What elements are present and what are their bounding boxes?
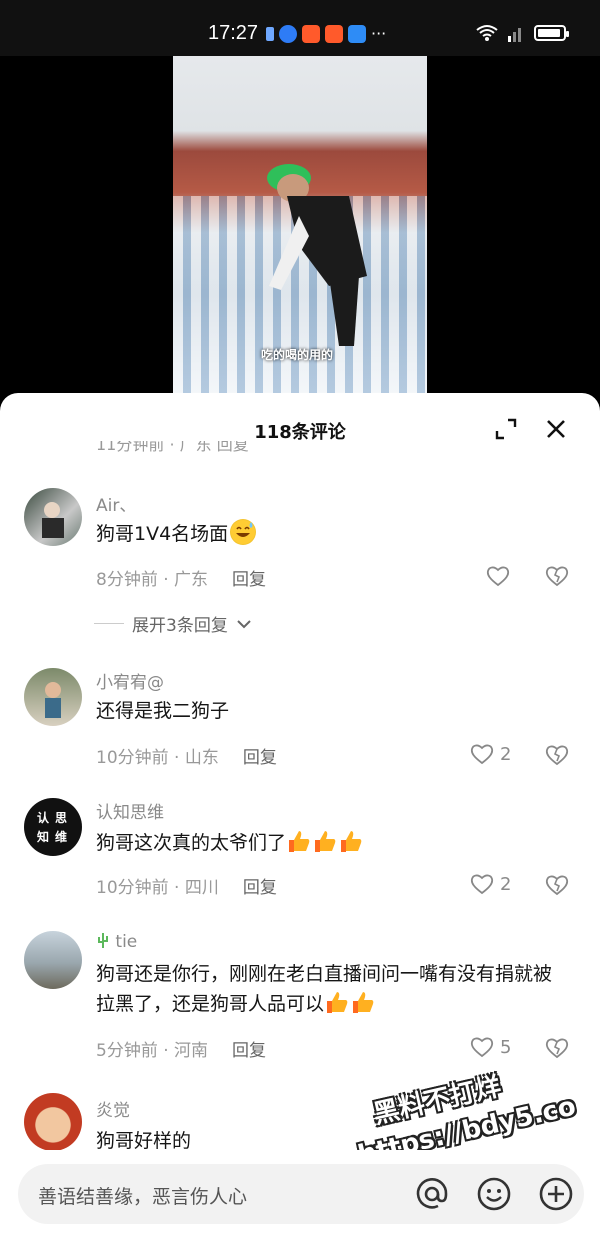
more-notifications-icon: ··· [371,24,387,43]
status-bar: 17:27 ··· [0,0,600,56]
avatar[interactable] [24,1093,82,1151]
divider-line [94,623,124,624]
partial-comment-row: 11分钟前 · 广东 回复 [96,441,576,461]
comment-input-placeholder: 善语结善缘，恶言伤人心 [38,1186,248,1208]
like-button[interactable]: 2 [470,743,511,765]
comment-text-content: 狗哥这次真的太爷们了 [96,832,287,854]
thumbs-up-icon [312,828,338,854]
grinning-sweat-emoji-icon [230,519,257,545]
avatar[interactable] [24,931,82,989]
heart-icon [470,874,494,895]
dislike-icon[interactable] [545,743,569,767]
expand-replies-button[interactable]: 展开3条回复 [94,611,252,636]
comment-username[interactable]: 小宥宥@ [96,668,164,693]
heart-icon [470,744,494,765]
comment-time: 10分钟前 · 山东 [96,748,219,768]
chevron-down-icon [237,619,251,628]
avatar-char: 认 [37,811,50,825]
heart-icon [470,1037,494,1058]
wifi-icon [476,25,498,41]
expand-replies-label: 展开3条回复 [132,616,228,636]
partial-row-text: 11分钟前 · 广东 回复 [96,441,249,454]
avatar[interactable]: 认 思 知 维 [24,798,82,856]
signal-icon [508,28,521,42]
comment-time: 5分钟前 · 河南 [96,1041,209,1061]
reply-button[interactable]: 回复 [232,570,266,590]
app-icon-orange-2 [325,24,343,43]
like-button[interactable] [486,565,510,587]
avatar[interactable] [24,668,82,726]
comment-username[interactable]: tie [96,931,137,952]
comment-text: 狗哥1V4名场面 [96,519,566,549]
at-mention-icon[interactable] [414,1176,450,1212]
usb-icon [266,26,274,41]
thumbs-up-icon [324,989,350,1015]
expand-icon[interactable] [494,417,518,441]
comment-meta: 5分钟前 · 河南 回复 [96,1036,266,1061]
comment-meta: 10分钟前 · 山东 回复 [96,743,277,768]
video-person [267,164,367,346]
avatar-char: 知 [37,830,50,844]
like-count: 5 [500,1036,512,1058]
add-icon[interactable] [538,1176,574,1212]
avatar-illustration [42,502,64,538]
like-button[interactable]: 2 [470,873,511,895]
comment-text-content: 狗哥1V4名场面 [96,523,229,545]
dislike-icon[interactable] [545,564,569,588]
status-time: 17:27 [208,22,259,44]
avatar-text-grid: 认 思 知 维 [37,809,69,845]
like-count: 2 [500,873,512,895]
comment-username-text: tie [115,932,138,952]
video-player[interactable]: 吃的喝的用的 [173,56,427,396]
heart-icon [486,566,510,587]
dislike-icon[interactable] [545,873,569,897]
comment-text: 还得是我二狗子 [96,700,230,722]
reply-button[interactable]: 回复 [243,878,277,898]
battery-icon [534,25,569,41]
emoji-icon[interactable] [476,1176,512,1212]
avatar[interactable] [24,488,82,546]
cactus-icon [98,933,108,948]
comment-meta: 10分钟前 · 四川 回复 [96,873,277,898]
avatar-illustration [45,682,61,718]
avatar-char: 维 [55,830,68,844]
thumbs-up-icon [338,828,364,854]
comment-username[interactable]: 认知思维 [96,798,164,823]
reply-button[interactable]: 回复 [232,1041,266,1061]
comment-username[interactable]: 炎觉 [96,1096,130,1121]
video-subtitle: 吃的喝的用的 [261,348,334,362]
dislike-icon[interactable] [545,1036,569,1060]
comment-text: 狗哥这次真的太爷们了 [96,828,566,858]
app-icon-orange-1 [302,24,320,43]
comment-input-bar: 善语结善缘，恶言伤人心 [0,1150,600,1236]
comment-text: 狗哥还是你行，刚刚在老白直播间问一嘴有没有捐就被拉黑了，还是狗哥人品可以 [96,959,566,1019]
comment-time: 8分钟前 · 广东 [96,570,209,590]
avatar-char: 思 [55,811,68,825]
thumbs-up-icon [286,828,312,854]
status-right [476,24,569,42]
browser-icon [279,24,297,43]
close-icon[interactable] [544,417,568,441]
cloud-icon [348,24,366,43]
like-count: 2 [500,743,512,765]
comment-time: 10分钟前 · 四川 [96,878,219,898]
comment-input[interactable]: 善语结善缘，恶言伤人心 [18,1164,584,1224]
notification-icons: ··· [266,24,386,43]
comment-meta: 8分钟前 · 广东 回复 [96,565,266,590]
thumbs-up-icon [350,989,376,1015]
reply-button[interactable]: 回复 [243,748,277,768]
like-button[interactable]: 5 [470,1036,511,1058]
comment-username[interactable]: Air、 [96,491,136,516]
